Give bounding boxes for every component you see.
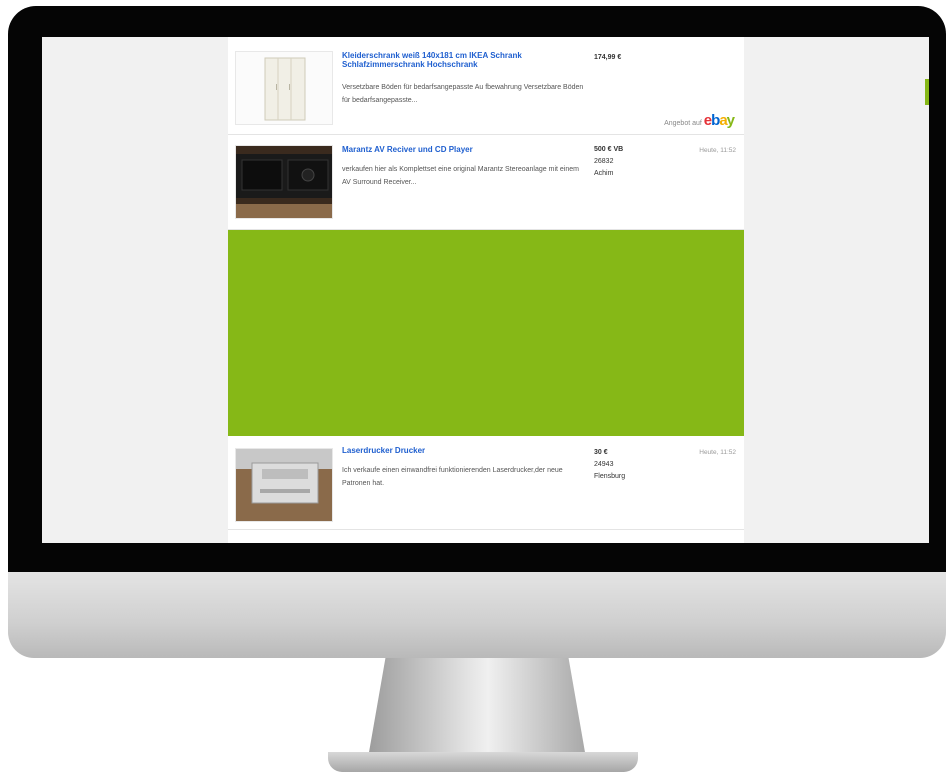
monitor-stand-base xyxy=(328,752,638,772)
listing-title[interactable]: Laserdrucker Drucker xyxy=(342,446,582,455)
listing-date: Heute, 11:52 xyxy=(699,147,736,154)
listing-item-marantz[interactable]: Marantz AV Reciver und CD Player verkauf… xyxy=(228,135,744,230)
listing-price-location: 500 € VB 26832 Achim xyxy=(594,146,624,177)
listing-thumbnail-wardrobe[interactable] xyxy=(235,51,333,125)
monitor-chin xyxy=(8,572,946,658)
printer-image-icon xyxy=(236,449,332,521)
listing-description: verkaufen hier als Komplettset eine orig… xyxy=(342,166,579,186)
wardrobe-image-icon xyxy=(236,52,332,124)
listing-description: Versetzbare Böden für bedarfsangepasste … xyxy=(342,84,584,104)
listing-column: Kleiderschrank weiß 140x181 cm IKEA Schr… xyxy=(228,37,744,543)
ad-banner[interactable] xyxy=(228,230,744,436)
listing-description: Ich verkaufe einen einwandfrei funktioni… xyxy=(342,467,563,487)
listing-price-location: 30 € 24943 Flensburg xyxy=(594,449,626,480)
monitor-stand-neck xyxy=(368,658,586,758)
ebay-offer-tag[interactable]: Angebot auf ebay xyxy=(664,112,735,129)
listing-thumbnail-printer[interactable] xyxy=(235,448,333,522)
listing-price: 174,99 € xyxy=(594,54,622,61)
listing-thumbnail-marantz[interactable] xyxy=(235,145,333,219)
stereo-image-icon xyxy=(236,146,332,218)
listing-title[interactable]: Kleiderschrank weiß 140x181 cm IKEA Schr… xyxy=(342,51,582,69)
sidebar-accent xyxy=(925,79,929,105)
listing-title[interactable]: Marantz AV Reciver und CD Player xyxy=(342,145,582,154)
listing-date: Heute, 11:52 xyxy=(699,449,736,456)
monitor-screen: Kleiderschrank weiß 140x181 cm IKEA Schr… xyxy=(42,37,929,543)
ebay-logo: ebay xyxy=(703,112,735,129)
listing-item-wardrobe[interactable]: Kleiderschrank weiß 140x181 cm IKEA Schr… xyxy=(228,37,744,135)
listing-item-printer[interactable]: Laserdrucker Drucker Ich verkaufe einen … xyxy=(228,436,744,530)
offer-label: Angebot auf xyxy=(664,120,702,127)
